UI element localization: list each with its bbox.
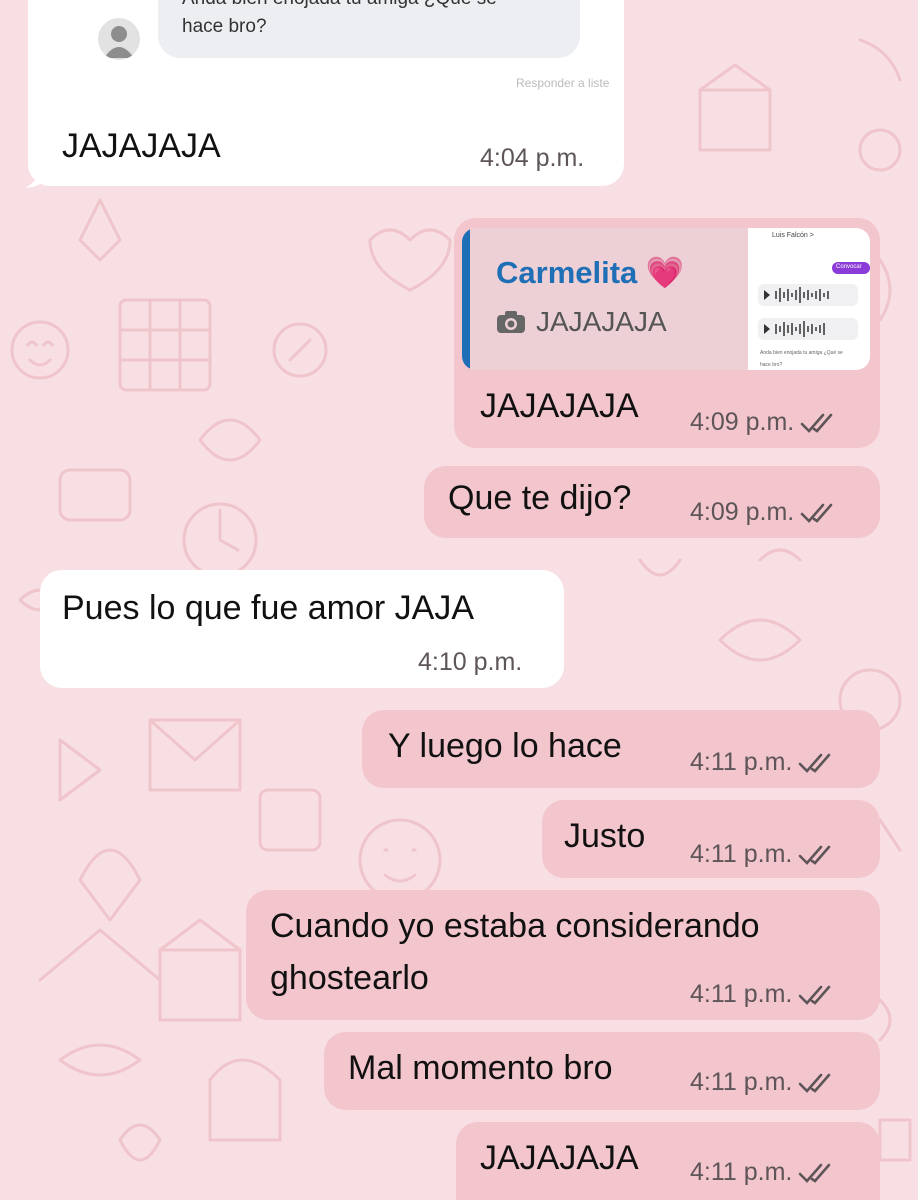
- message-text: Pues lo que fue amor JAJA: [62, 589, 475, 627]
- time-label: 4:10 p.m.: [418, 648, 523, 676]
- message-time: 4:11 p.m.: [690, 840, 832, 869]
- incoming-message[interactable]: Anda bien enojada tu amiga ¿Qué se hace …: [28, 0, 624, 186]
- heart-emoji: 💗: [645, 255, 685, 290]
- thumb-line: hace bro?: [760, 362, 783, 368]
- message-text-line2: ghostearlo: [270, 959, 429, 997]
- reply-media-label: JAJAJAJA: [496, 306, 667, 338]
- message-text: Mal momento bro: [348, 1049, 613, 1087]
- message-time: 4:09 p.m.: [690, 408, 834, 437]
- double-check-icon: [798, 752, 832, 774]
- double-check-icon: [800, 412, 834, 434]
- reply-sender-text: Carmelita: [496, 255, 638, 290]
- message-text: Y luego lo hace: [388, 727, 622, 765]
- message-time: 4:10 p.m.: [418, 648, 522, 677]
- message-text: Justo: [564, 817, 646, 855]
- thumb-voice-note: [758, 284, 858, 306]
- message-time: 4:04 p.m.: [480, 144, 584, 173]
- avatar: [98, 18, 140, 60]
- quoted-message-preview[interactable]: Anda bien enojada tu amiga ¿Qué se hace …: [158, 0, 580, 58]
- quoted-text-line2: hace bro?: [182, 16, 267, 37]
- double-check-icon: [798, 1162, 832, 1184]
- double-check-icon: [798, 1072, 832, 1094]
- message-text: JAJAJAJA: [480, 387, 639, 425]
- time-label: 4:11 p.m.: [690, 980, 793, 1008]
- reply-quote[interactable]: Carmelita 💗 JAJAJAJA Luis Falcón > Convo…: [462, 228, 870, 370]
- faint-caption: Responder a liste: [516, 76, 610, 90]
- double-check-icon: [800, 502, 834, 524]
- thumb-contact: Luis Falcón >: [772, 232, 814, 239]
- bubble-tail: [26, 170, 48, 188]
- message-time: 4:11 p.m.: [690, 980, 832, 1009]
- message-text-line1: Cuando yo estaba considerando: [270, 907, 760, 945]
- message-time: 4:11 p.m.: [690, 1158, 832, 1187]
- time-label: 4:11 p.m.: [690, 1068, 793, 1096]
- reply-thumbnail: Luis Falcón > Convocar Anda bien enojada…: [748, 228, 870, 370]
- time-label: 4:09 p.m.: [690, 498, 795, 526]
- double-check-icon: [798, 844, 832, 866]
- reply-accent-bar: [462, 228, 470, 370]
- reply-media-text: JAJAJAJA: [536, 306, 667, 337]
- thumb-line: Anda bien enojada tu amiga ¿Qué se: [760, 350, 843, 356]
- time-label: 4:11 p.m.: [690, 748, 793, 776]
- person-icon: [104, 26, 134, 58]
- message-time: 4:11 p.m.: [690, 1068, 832, 1097]
- thumb-button-text: Convocar: [836, 264, 862, 270]
- message-text: JAJAJAJA: [62, 127, 221, 165]
- thumb-voice-note: [758, 318, 858, 340]
- message-text: Que te dijo?: [448, 479, 632, 517]
- reply-sender-name: Carmelita 💗: [496, 254, 685, 291]
- time-label: 4:04 p.m.: [480, 144, 585, 172]
- time-label: 4:11 p.m.: [690, 840, 793, 868]
- time-label: 4:11 p.m.: [690, 1158, 793, 1186]
- time-label: 4:09 p.m.: [690, 408, 795, 436]
- message-time: 4:09 p.m.: [690, 498, 834, 527]
- thumb-button: Convocar: [832, 262, 870, 274]
- double-check-icon: [798, 984, 832, 1006]
- message-time: 4:11 p.m.: [690, 748, 832, 777]
- camera-icon: [497, 311, 525, 333]
- message-text: JAJAJAJA: [480, 1139, 639, 1177]
